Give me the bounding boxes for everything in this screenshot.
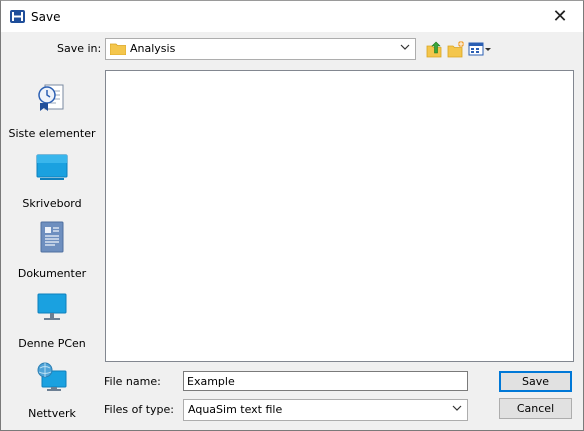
- desktop-icon: [36, 154, 68, 180]
- cancel-button[interactable]: Cancel: [499, 398, 572, 419]
- folder-icon: [110, 43, 126, 55]
- view-menu-icon[interactable]: [468, 40, 492, 58]
- save-button[interactable]: Save: [499, 371, 572, 392]
- documents-icon: [40, 221, 64, 253]
- network-icon: [37, 362, 67, 391]
- close-icon: ✕: [552, 6, 568, 27]
- up-folder-icon[interactable]: [426, 40, 444, 58]
- save-in-value: Analysis: [130, 42, 176, 55]
- place-label: Siste elementer: [8, 127, 96, 140]
- place-label: Nettverk: [28, 407, 76, 420]
- app-icon: [10, 10, 25, 23]
- save-in-label: Save in:: [57, 42, 102, 55]
- places-bar: Siste elementer Skrivebord Dokumenter De…: [5, 69, 99, 425]
- new-folder-icon[interactable]: [447, 40, 465, 58]
- this-pc-icon: [37, 293, 67, 320]
- place-recent-items[interactable]: Siste elementer: [5, 81, 99, 147]
- place-network[interactable]: Nettverk: [5, 361, 99, 427]
- chevron-down-icon: [400, 44, 410, 50]
- file-type-value: AquaSim text file: [188, 403, 283, 416]
- file-type-label: Files of type:: [104, 403, 175, 416]
- place-label: Skrivebord: [22, 197, 82, 210]
- place-documents[interactable]: Dokumenter: [5, 221, 99, 287]
- recent-items-icon: [38, 84, 64, 111]
- close-button[interactable]: ✕: [537, 1, 583, 32]
- file-name-label: File name:: [104, 375, 161, 388]
- chevron-down-icon: [452, 405, 462, 411]
- save-in-combo[interactable]: Analysis: [105, 38, 416, 60]
- place-this-pc[interactable]: Denne PCen: [5, 291, 99, 357]
- window-title: Save: [31, 10, 61, 24]
- place-label: Denne PCen: [18, 337, 86, 350]
- file-list[interactable]: [105, 70, 574, 362]
- place-desktop[interactable]: Skrivebord: [5, 151, 99, 217]
- file-name-input[interactable]: [183, 371, 468, 391]
- place-label: Dokumenter: [17, 267, 87, 280]
- save-dialog: Save ✕ Save in: Analysis Siste elementer…: [0, 0, 584, 431]
- file-type-combo[interactable]: AquaSim text file: [183, 399, 468, 421]
- title-bar: Save ✕: [1, 1, 583, 32]
